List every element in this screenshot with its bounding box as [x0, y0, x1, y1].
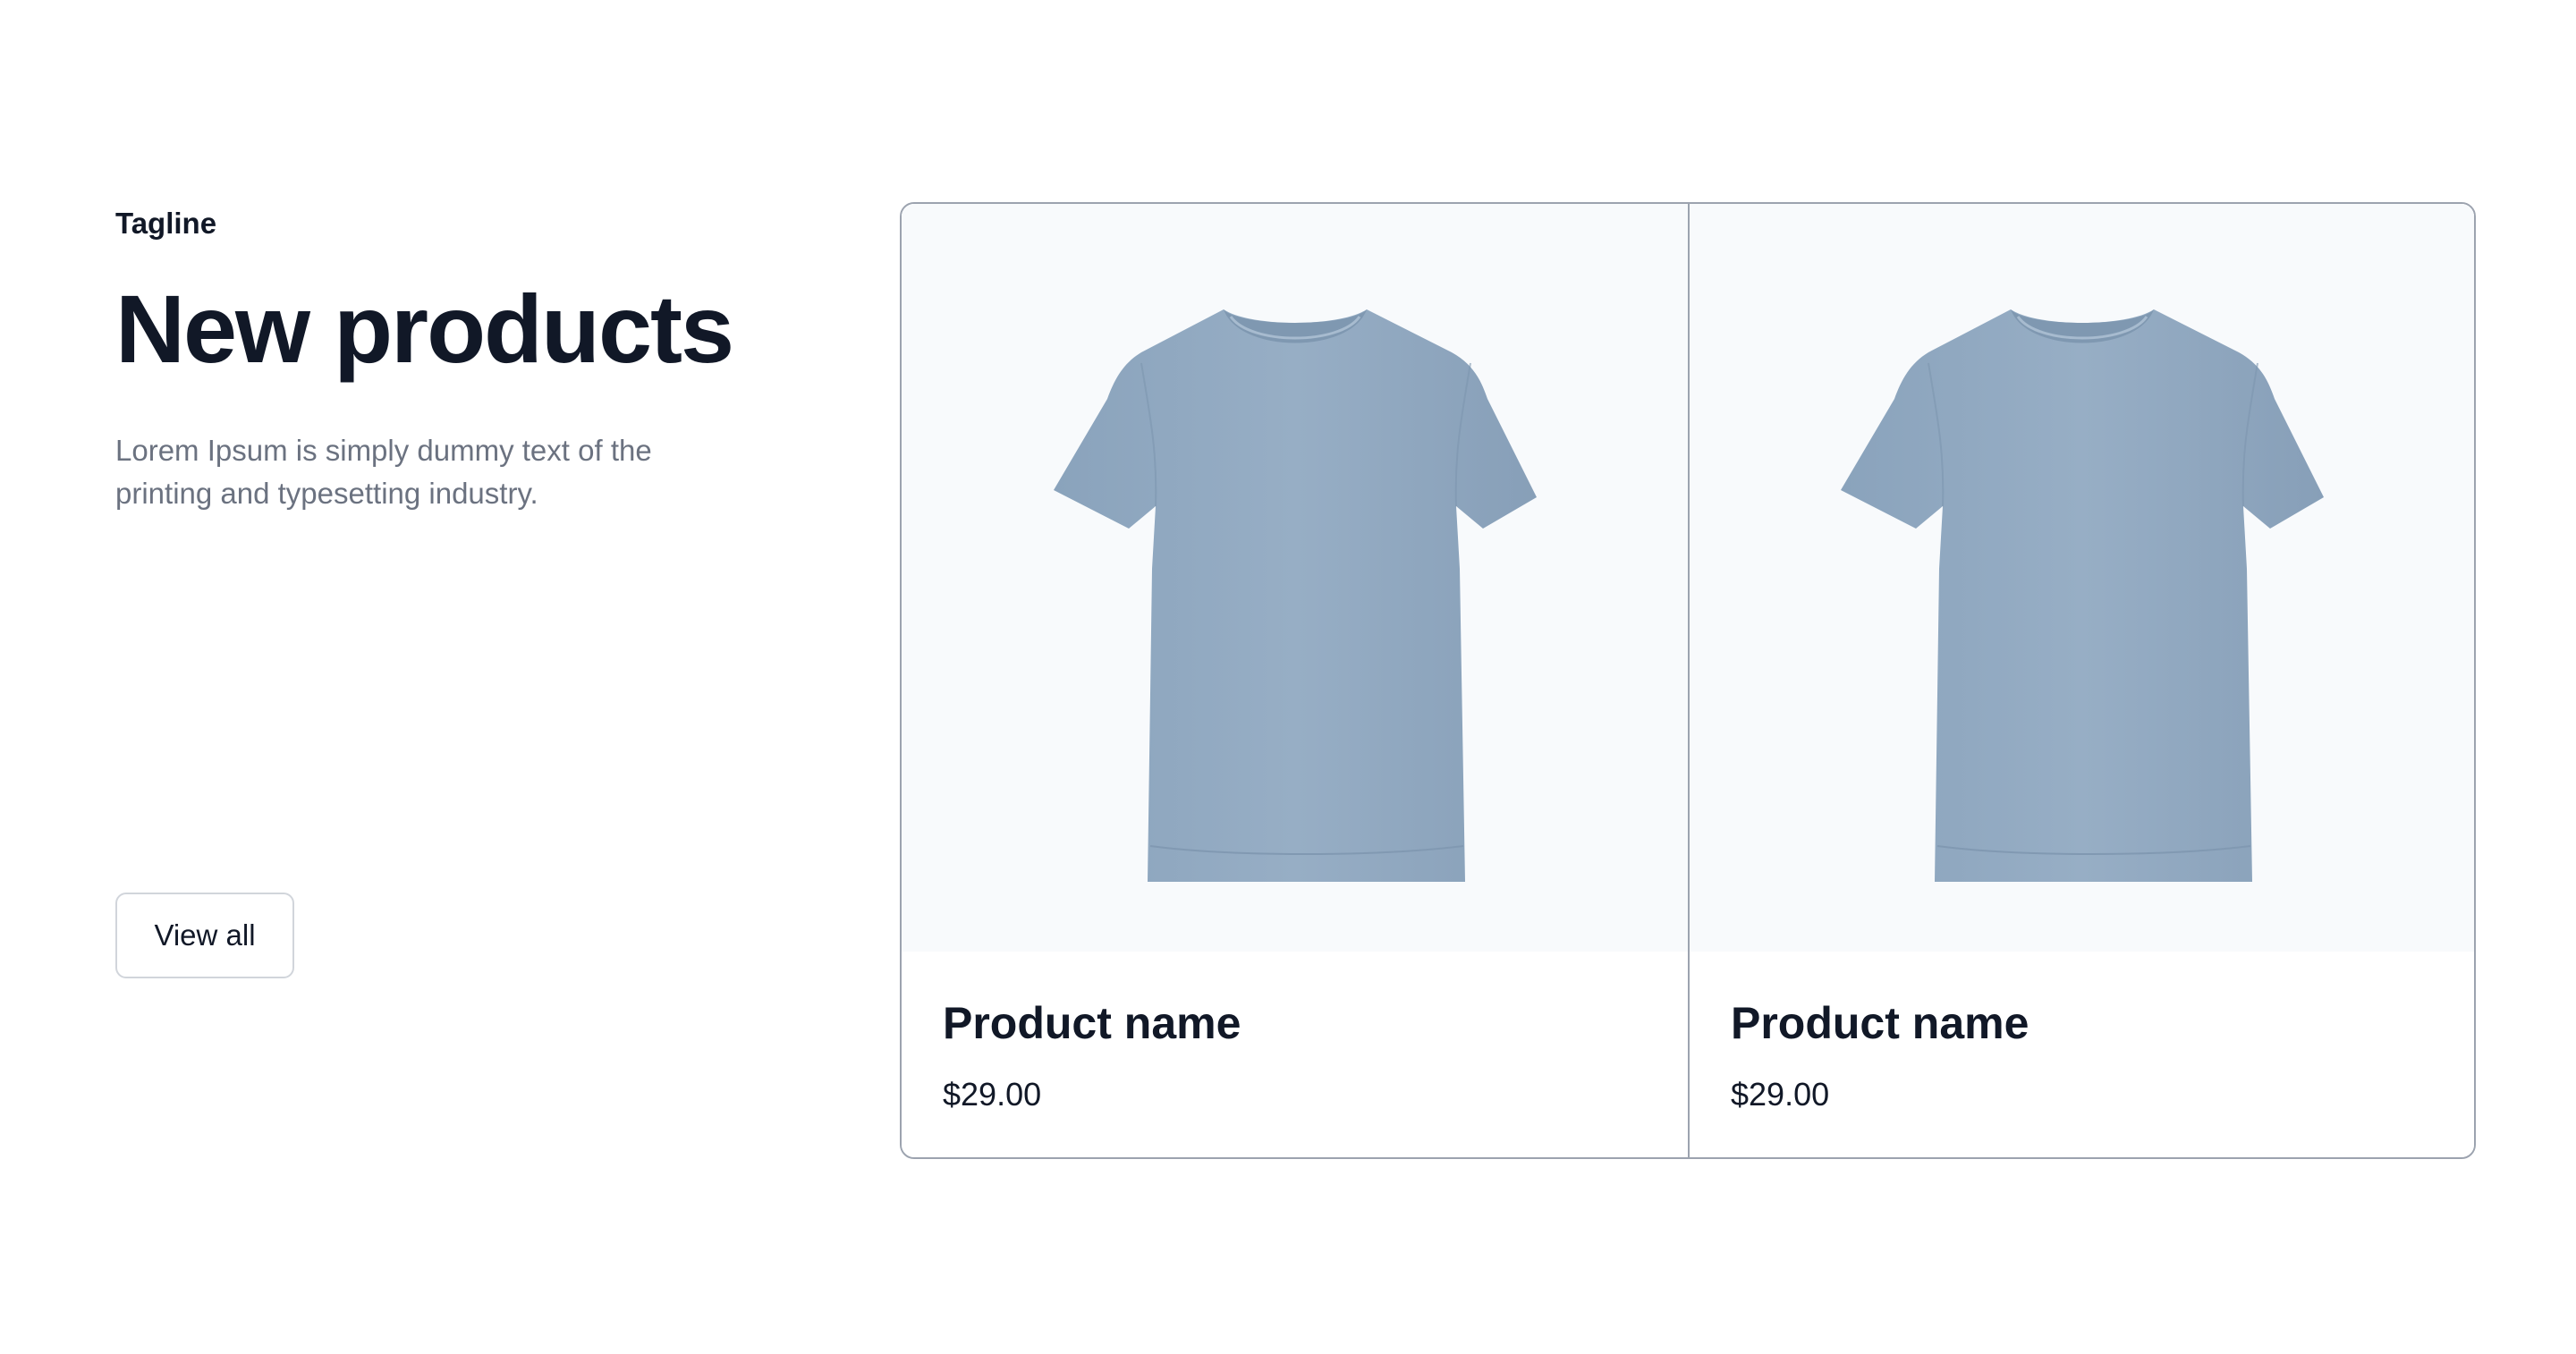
- product-image: [1690, 204, 2474, 952]
- page: Tagline New products Lorem Ipsum is simp…: [0, 0, 2576, 1354]
- intro-section: Tagline New products Lorem Ipsum is simp…: [115, 202, 759, 978]
- product-price: $29.00: [1731, 1076, 1830, 1113]
- product-grid: Product name $29.00 Product name $29.00: [900, 202, 2476, 1159]
- product-info: Product name $29.00: [1690, 952, 2474, 1116]
- t-shirt-image: [1840, 309, 2324, 882]
- product-card[interactable]: Product name $29.00: [1688, 204, 2474, 1157]
- product-name[interactable]: Product name: [1731, 996, 2433, 1050]
- product-info: Product name $29.00: [902, 952, 1688, 1116]
- product-price: $29.00: [943, 1076, 1042, 1113]
- product-image: [902, 204, 1688, 952]
- page-title: New products: [115, 275, 734, 383]
- product-card[interactable]: Product name $29.00: [902, 204, 1688, 1157]
- intro-description: Lorem Ipsum is simply dummy text of the …: [115, 434, 652, 510]
- tagline: Tagline: [115, 207, 217, 240]
- view-all-button[interactable]: View all: [115, 893, 294, 978]
- product-name[interactable]: Product name: [943, 996, 1647, 1050]
- t-shirt-image: [1053, 309, 1537, 882]
